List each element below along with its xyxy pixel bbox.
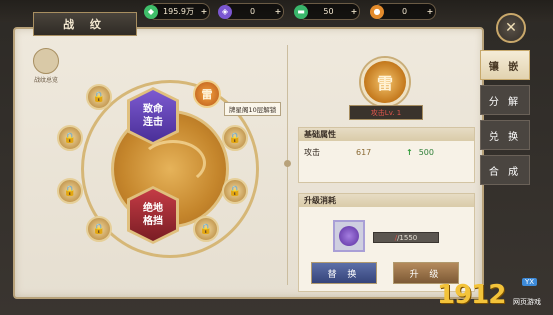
add-crystal-button[interactable]: + <box>273 7 283 16</box>
base-attributes-section: 基础属性 攻击 617 ↑ 500 <box>298 127 475 183</box>
resource-green-gem: ▬ 50 + <box>294 3 360 20</box>
add-green-gem-button[interactable]: + <box>349 7 359 16</box>
locked-slot[interactable]: 🔒 <box>57 125 83 151</box>
purple-crystal-icon <box>339 226 359 246</box>
swirl-ornament <box>140 140 206 186</box>
up-arrow-icon: ↑ <box>406 148 413 157</box>
rune-level-label: 攻击Lv. 1 <box>349 105 423 120</box>
lock-icon: 🔒 <box>63 185 77 197</box>
locked-slot[interactable]: 🔒 <box>86 216 112 242</box>
watermark-subtitle: 网页游戏 <box>513 298 541 306</box>
panel-title: 战 纹 <box>33 12 137 36</box>
locked-slot[interactable]: 🔒 <box>222 125 248 151</box>
tab-combine[interactable]: 合 成 <box>480 155 530 185</box>
upgrade-material-slot[interactable] <box>333 220 365 252</box>
locked-slot[interactable]: 🔒 <box>57 178 83 204</box>
base-attributes-title: 基础属性 <box>299 128 474 141</box>
stat-name: 攻击 <box>304 148 320 157</box>
thunder-rune-slot[interactable]: 雷 <box>193 80 221 108</box>
green-gem-icon: ▬ <box>294 4 308 19</box>
tab-decompose[interactable]: 分 解 <box>480 85 530 115</box>
resource-crystal: ◈ 0 + <box>218 3 284 20</box>
locked-slot[interactable]: 🔒 <box>222 178 248 204</box>
swap-button[interactable]: 替 换 <box>311 262 377 284</box>
locked-slot[interactable]: 🔒 <box>193 216 219 242</box>
orange-gem-icon: ● <box>370 4 384 19</box>
rune-overview-label: 战纹总览 <box>33 77 58 84</box>
lock-icon: 🔒 <box>199 223 213 235</box>
watermark-yx: YX <box>522 278 538 286</box>
lock-icon: 🔒 <box>92 223 106 235</box>
resource-crystal-value: 0 <box>249 7 256 16</box>
unlock-tooltip: 牌星阁10层解锁 <box>224 102 282 116</box>
lock-icon: 🔒 <box>228 185 242 197</box>
lock-icon: 🔒 <box>228 132 242 144</box>
rune-overview-button[interactable]: 战纹总览 <box>26 48 66 84</box>
locked-slot[interactable]: 🔒 <box>86 84 112 110</box>
lock-icon: 🔒 <box>92 91 106 103</box>
add-jade-button[interactable]: + <box>199 7 209 16</box>
add-orange-gem-button[interactable]: + <box>425 7 435 16</box>
resource-jade-value: 195.9万 <box>163 7 194 16</box>
resource-green-gem-value: 50 <box>323 7 334 16</box>
resource-orange-gem: ● 0 + <box>370 3 436 20</box>
seal-icon <box>33 48 59 74</box>
stat-row: 攻击 617 ↑ 500 <box>299 141 474 164</box>
divider-knob <box>284 160 291 167</box>
resource-jade: ◆ 195.9万 + <box>144 3 210 20</box>
stat-bonus: 500 <box>418 148 434 157</box>
close-button[interactable]: ✕ <box>496 13 526 43</box>
tab-inlay[interactable]: 镶 嵌 <box>480 50 530 80</box>
site-watermark: 1912 YX 网页游戏 <box>437 276 551 312</box>
upgrade-cost-title: 升级消耗 <box>299 194 474 207</box>
stat-value: 617 <box>356 148 372 157</box>
tab-exchange[interactable]: 兑 换 <box>480 120 530 150</box>
resource-orange-gem-value: 0 <box>401 7 408 16</box>
jade-icon: ◆ <box>144 4 158 19</box>
watermark-number: 1912 <box>437 280 506 310</box>
material-count-bar: //1550 <box>373 232 439 243</box>
side-tabs: 镶 嵌 分 解 兑 换 合 成 <box>480 50 532 190</box>
lock-icon: 🔒 <box>63 132 77 144</box>
purple-crystal-icon: ◈ <box>218 4 232 19</box>
selected-rune-icon: 雷 <box>361 58 409 106</box>
material-required: /1550 <box>397 233 418 242</box>
